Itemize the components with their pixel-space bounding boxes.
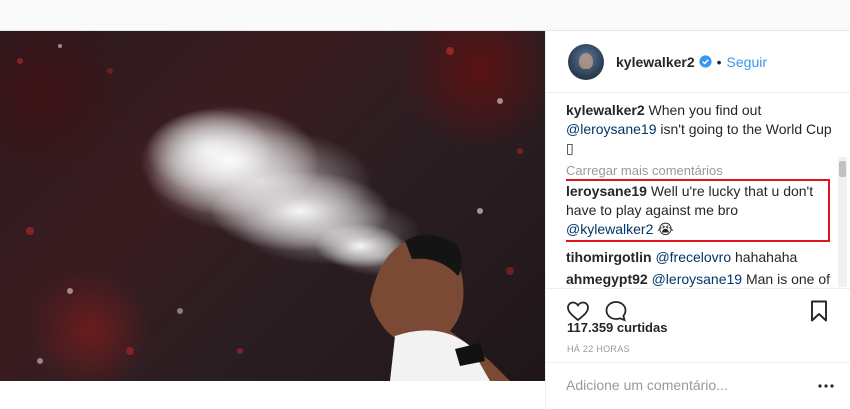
comment-text-after: hahahaha xyxy=(731,249,798,265)
caption-username[interactable]: kylewalker2 xyxy=(566,102,645,118)
avatar[interactable] xyxy=(568,43,604,80)
follow-button[interactable]: Seguir xyxy=(727,54,767,70)
comment-mention[interactable]: @leroysane19 xyxy=(652,271,743,287)
caption-text-after: isn't going to the World Cup xyxy=(656,121,832,137)
caption-emoji: ▯ xyxy=(566,140,574,156)
bookmark-icon[interactable] xyxy=(807,299,831,323)
verified-badge-icon xyxy=(699,55,712,68)
caption-text: When you find out xyxy=(644,102,762,118)
caption: kylewalker2 When you find out @leroysane… xyxy=(566,101,836,158)
post-card: kylewalker2 • Seguir kylewalker2 When yo… xyxy=(0,30,850,409)
header-username[interactable]: kylewalker2 xyxy=(616,54,695,70)
comment-emoji: 😭 xyxy=(657,221,674,237)
list-item: tihomirgotlin @frecelovro hahahaha xyxy=(566,248,836,267)
likes-count[interactable]: 117.359 curtidas xyxy=(567,320,667,335)
post-image-illustration xyxy=(17,44,523,381)
post-timestamp[interactable]: HÁ 22 HORAS xyxy=(567,344,630,354)
comment-mention[interactable]: @kylewalker2 xyxy=(566,221,653,237)
header-separator: • xyxy=(716,53,722,70)
load-more-comments-button[interactable]: Carregar mais comentários xyxy=(566,162,836,179)
add-comment-bar xyxy=(546,362,850,409)
post-side-panel: kylewalker2 • Seguir kylewalker2 When yo… xyxy=(545,31,850,409)
caption-mention[interactable]: @leroysane19 xyxy=(566,121,657,137)
comment-username[interactable]: tihomirgotlin xyxy=(566,249,652,265)
comment-mention[interactable]: @frecelovro xyxy=(655,249,731,265)
list-item: ahmegypt92 @leroysane19 Man is one of th… xyxy=(566,270,836,287)
more-options-icon[interactable] xyxy=(818,383,834,389)
post-header: kylewalker2 • Seguir xyxy=(546,31,850,93)
scrollbar-thumb[interactable] xyxy=(839,161,846,177)
comment-username[interactable]: leroysane19 xyxy=(566,183,647,199)
add-comment-input[interactable] xyxy=(566,377,796,393)
post-image[interactable] xyxy=(0,31,545,381)
comments-list: kylewalker2 When you find out @leroysane… xyxy=(566,101,836,287)
comment-username[interactable]: ahmegypt92 xyxy=(566,271,648,287)
comments-scrollbar[interactable] xyxy=(838,157,847,287)
highlighted-comment: leroysane19 Well u're lucky that u don't… xyxy=(566,179,830,242)
